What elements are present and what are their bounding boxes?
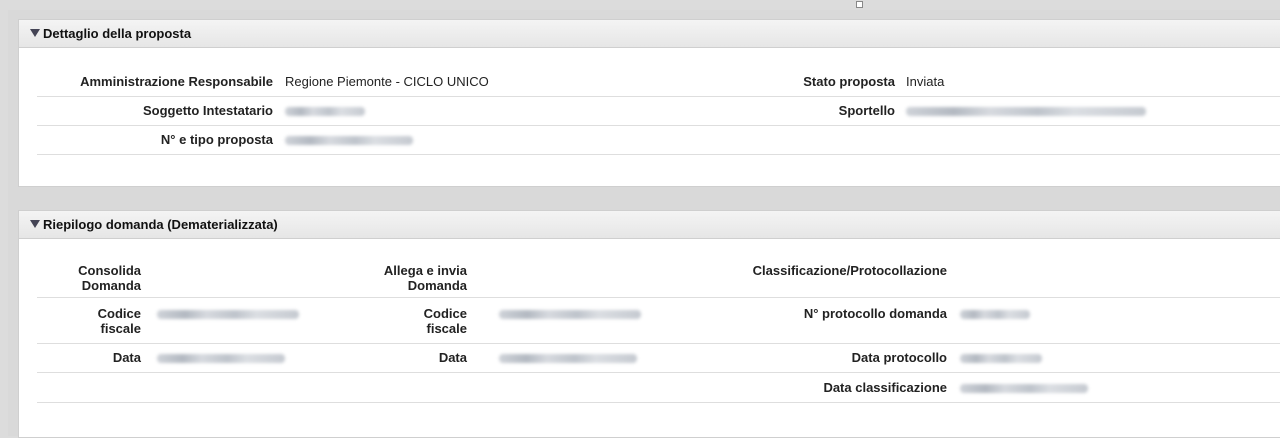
dettaglio-proposta-header[interactable]: Dettaglio della proposta (19, 20, 1280, 48)
codice-fiscale-label-1: Codice fiscale (97, 306, 141, 336)
data-protocollo-label: Data protocollo (851, 350, 947, 365)
stato-proposta-label: Stato proposta (803, 74, 895, 89)
detail-row: N° e tipo proposta (37, 126, 1280, 155)
riepilogo-domanda-header[interactable]: Riepilogo domanda (Dematerializzata) (19, 211, 1280, 239)
soggetto-intestatario-redacted (285, 107, 365, 116)
consolida-domanda-label: Consolida Domanda (78, 263, 141, 293)
protocollo-domanda-redacted (960, 310, 1030, 319)
summary-row: Codice fiscale Codice fiscale N° protoco… (37, 298, 1280, 344)
data-redacted-1 (157, 354, 285, 363)
small-square-icon (856, 1, 863, 8)
amministrazione-value: Regione Piemonte - CICLO UNICO (285, 74, 489, 89)
summary-row: Data Data Data protocollo (37, 344, 1280, 373)
protocollo-domanda-label: N° protocollo domanda (803, 306, 947, 321)
riepilogo-domanda-panel: Riepilogo domanda (Dematerializzata) Con… (18, 210, 1280, 438)
codice-fiscale-redacted-1 (157, 310, 299, 319)
amministrazione-label: Amministrazione Responsabile (80, 74, 273, 89)
codice-fiscale-redacted-2 (499, 310, 641, 319)
soggetto-intestatario-label: Soggetto Intestatario (142, 103, 273, 118)
data-classificazione-redacted (960, 384, 1088, 393)
detail-row: Soggetto Intestatario Sportello (37, 97, 1280, 126)
numero-proposta-redacted (285, 136, 413, 145)
data-redacted-2 (499, 354, 637, 363)
summary-row: Data classificazione (37, 373, 1280, 403)
stato-proposta-value: Inviata (906, 74, 945, 89)
allega-invia-domanda-label: Allega e invia Domanda (383, 263, 467, 293)
sportello-label: Sportello (838, 103, 895, 118)
data-classificazione-label: Data classificazione (823, 380, 947, 395)
classificazione-protocollazione-label: Classificazione/Protocollazione (752, 263, 947, 278)
sportello-redacted (906, 107, 1146, 116)
dettaglio-proposta-panel: Dettaglio della proposta Amministrazione… (18, 19, 1280, 187)
top-strip (8, 0, 1280, 10)
summary-header-row: Consolida Domanda Allega e invia Domanda… (37, 259, 1280, 298)
numero-tipo-proposta-label: N° e tipo proposta (160, 132, 273, 147)
data-label-2: Data (438, 350, 467, 365)
triangle-down-icon (30, 29, 40, 37)
data-label-1: Data (112, 350, 141, 365)
codice-fiscale-label-2: Codice fiscale (423, 306, 467, 336)
detail-row: Amministrazione Responsabile Regione Pie… (37, 68, 1280, 97)
triangle-down-icon (30, 220, 40, 228)
riepilogo-domanda-title: Riepilogo domanda (Dematerializzata) (43, 217, 278, 232)
data-protocollo-redacted (960, 354, 1042, 363)
page-background: Dettaglio della proposta Amministrazione… (8, 0, 1280, 438)
dettaglio-proposta-title: Dettaglio della proposta (43, 26, 192, 41)
